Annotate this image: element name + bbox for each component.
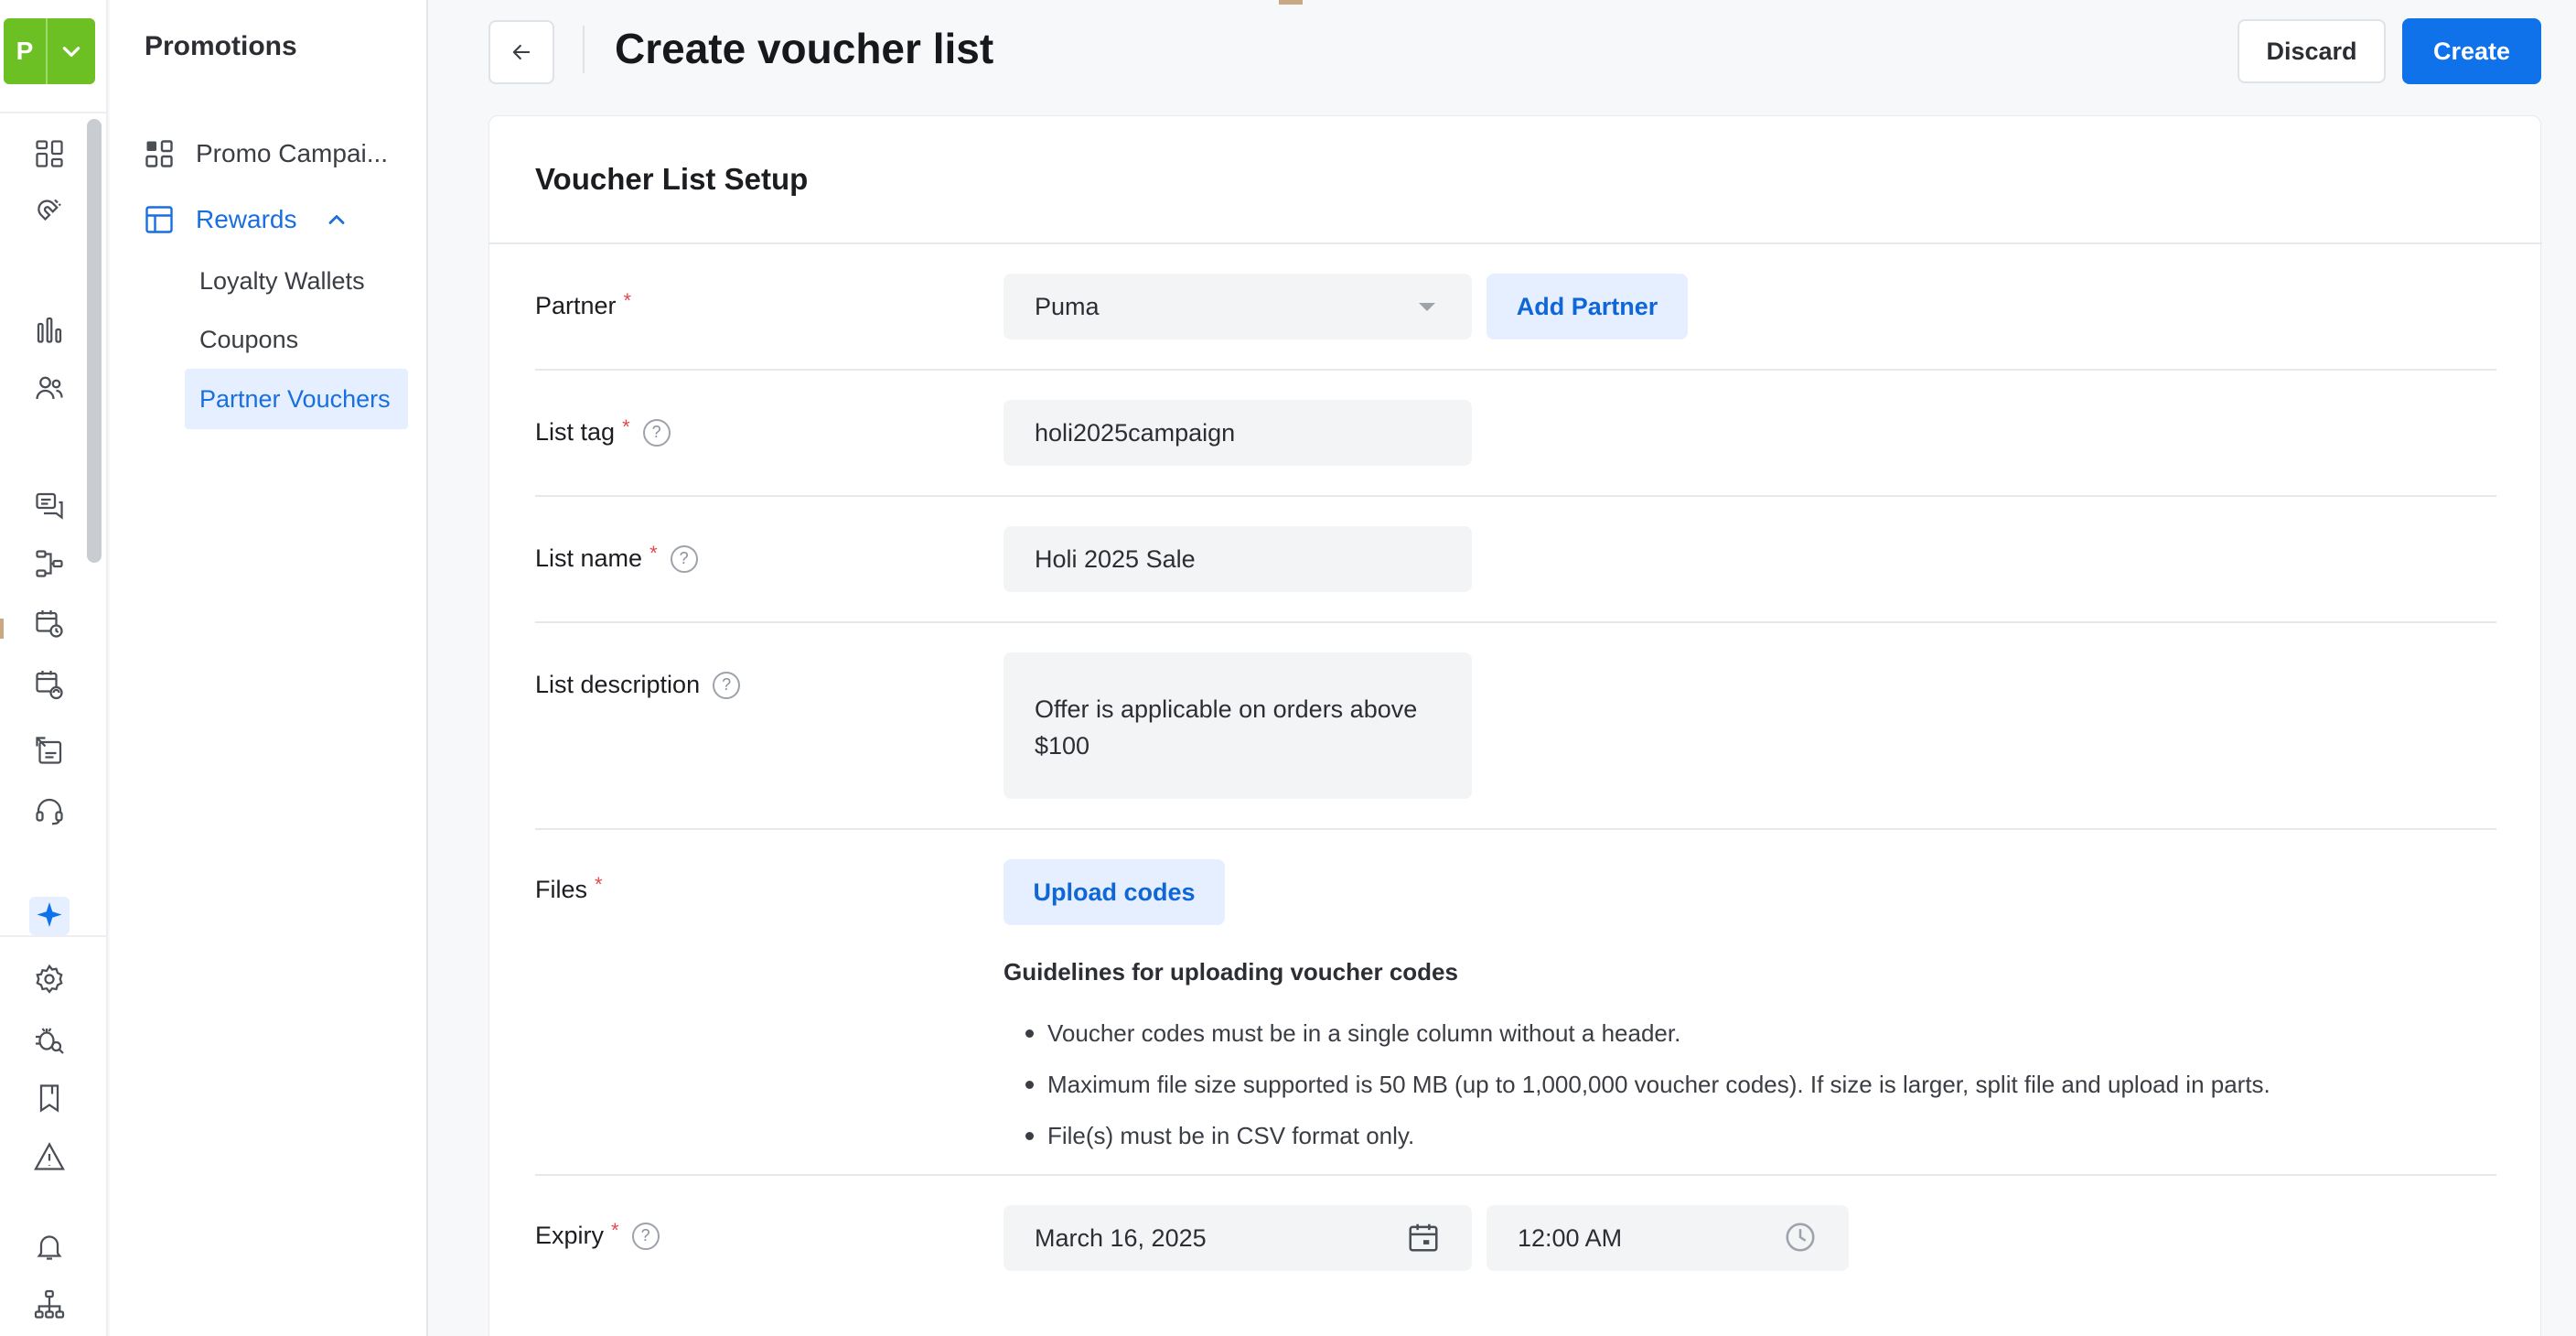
expiry-label: Expiry * ?	[535, 1218, 660, 1250]
expiry-time-input[interactable]: 12:00 AM	[1487, 1205, 1849, 1271]
files-label: Files *	[535, 872, 603, 904]
page-title: Create voucher list	[615, 25, 994, 72]
sidebar-item-label: Rewards	[196, 205, 297, 233]
required-marker: *	[611, 1218, 619, 1242]
calendar-clock-icon[interactable]	[29, 604, 70, 644]
sidebar-item-label: Promo Campai...	[196, 139, 389, 167]
calendar-icon[interactable]	[1406, 1220, 1441, 1255]
row-divider	[535, 1174, 2496, 1176]
workspace-switcher[interactable]: P	[4, 18, 95, 84]
list-tag-label: List tag * ?	[535, 415, 671, 447]
arrow-left-icon	[512, 44, 531, 60]
discard-button[interactable]: Discard	[2238, 19, 2386, 83]
bell-icon[interactable]	[29, 1226, 70, 1266]
help-icon[interactable]: ?	[713, 671, 741, 699]
dashboard-icon[interactable]	[29, 134, 70, 174]
rail-scrollbar[interactable]	[87, 119, 102, 563]
analytics-icon[interactable]	[29, 309, 70, 350]
layout-icon	[145, 206, 173, 233]
bug-search-icon[interactable]	[29, 1019, 70, 1060]
row-divider	[535, 828, 2496, 830]
back-button[interactable]	[488, 20, 554, 84]
magnet-icon[interactable]	[29, 192, 70, 232]
partner-select[interactable]: Puma	[1004, 274, 1472, 339]
partner-label: Partner *	[535, 288, 632, 320]
guideline-item: Voucher codes must be in a single column…	[1004, 1007, 2270, 1059]
sidebar-item-partner-vouchers[interactable]: Partner Vouchers	[185, 369, 408, 429]
sidebar-item-promo-campaigns[interactable]: Promo Campai...	[143, 137, 388, 170]
support-icon[interactable]	[29, 791, 70, 831]
help-icon[interactable]: ?	[631, 1222, 660, 1250]
sidebar-item-coupons[interactable]: Coupons	[199, 326, 298, 354]
list-description-label: List description ?	[535, 671, 741, 699]
sidebar-item-rewards[interactable]: Rewards	[143, 203, 349, 236]
guidelines-list: Voucher codes must be in a single column…	[1004, 1007, 2270, 1161]
ai-sparkle-icon[interactable]	[29, 897, 70, 935]
chevron-down-icon	[48, 18, 95, 84]
sidebar-item-loyalty-wallets[interactable]: Loyalty Wallets	[199, 267, 365, 296]
workspace-letter: P	[4, 18, 48, 84]
label-text: List name	[535, 544, 643, 572]
rail-marker	[0, 619, 4, 639]
calendar-sync-icon[interactable]	[29, 664, 70, 705]
clock-icon[interactable]	[1783, 1220, 1818, 1255]
voucher-setup-card: Voucher List Setup Partner * Puma Add Par…	[488, 115, 2542, 1336]
users-icon[interactable]	[29, 368, 70, 408]
partner-value: Puma	[1035, 292, 1100, 320]
guidelines-title: Guidelines for uploading voucher codes	[1004, 958, 1458, 986]
label-text: List tag	[535, 418, 616, 446]
icon-rail: P	[0, 0, 108, 1336]
row-divider	[535, 495, 2496, 497]
guideline-item: File(s) must be in CSV format only.	[1004, 1110, 2270, 1161]
upload-codes-button[interactable]: Upload codes	[1004, 859, 1225, 925]
guideline-item: Maximum file size supported is 50 MB (up…	[1004, 1059, 2270, 1110]
add-partner-button[interactable]: Add Partner	[1487, 274, 1688, 339]
rail-divider	[0, 112, 108, 113]
grid-icon	[145, 140, 173, 167]
rail-divider	[0, 935, 108, 937]
sidebar-title: Promotions	[145, 31, 297, 61]
org-chart-icon[interactable]	[29, 1285, 70, 1325]
label-text: Expiry	[535, 1222, 605, 1249]
row-divider	[535, 369, 2496, 371]
label-text: Partner	[535, 292, 617, 319]
help-icon[interactable]: ?	[642, 418, 671, 447]
list-name-input[interactable]: Holi 2025 Sale	[1004, 526, 1472, 592]
section-divider	[489, 242, 2542, 244]
required-marker: *	[649, 541, 658, 565]
flow-icon[interactable]	[29, 544, 70, 584]
expiry-date-input[interactable]: March 16, 2025	[1004, 1205, 1472, 1271]
section-title: Voucher List Setup	[535, 162, 809, 196]
list-name-label: List name * ?	[535, 541, 698, 573]
bookmark-icon[interactable]	[29, 1078, 70, 1118]
messages-icon[interactable]	[29, 485, 70, 525]
list-description-textarea[interactable]: Offer is applicable on orders above $100	[1004, 652, 1472, 799]
help-icon[interactable]: ?	[670, 544, 698, 573]
report-icon[interactable]	[29, 730, 70, 770]
header-divider	[583, 26, 585, 73]
required-marker: *	[622, 415, 630, 438]
promotions-sidebar: Promotions Promo Campai... Rewards Loyal…	[110, 0, 428, 1336]
required-marker: *	[623, 288, 632, 312]
caret-down-icon	[1419, 303, 1435, 311]
chevron-up-icon[interactable]	[324, 207, 349, 232]
gear-icon[interactable]	[29, 959, 70, 999]
expiry-time-value: 12:00 AM	[1518, 1223, 1623, 1252]
top-accent	[1279, 0, 1303, 5]
label-text: Files	[535, 876, 588, 903]
label-text: List description	[535, 671, 701, 698]
warning-icon[interactable]	[29, 1137, 70, 1177]
create-button[interactable]: Create	[2402, 18, 2541, 84]
list-tag-input[interactable]: holi2025campaign	[1004, 400, 1472, 466]
required-marker: *	[595, 872, 603, 896]
expiry-date-value: March 16, 2025	[1035, 1223, 1207, 1252]
row-divider	[535, 621, 2496, 623]
